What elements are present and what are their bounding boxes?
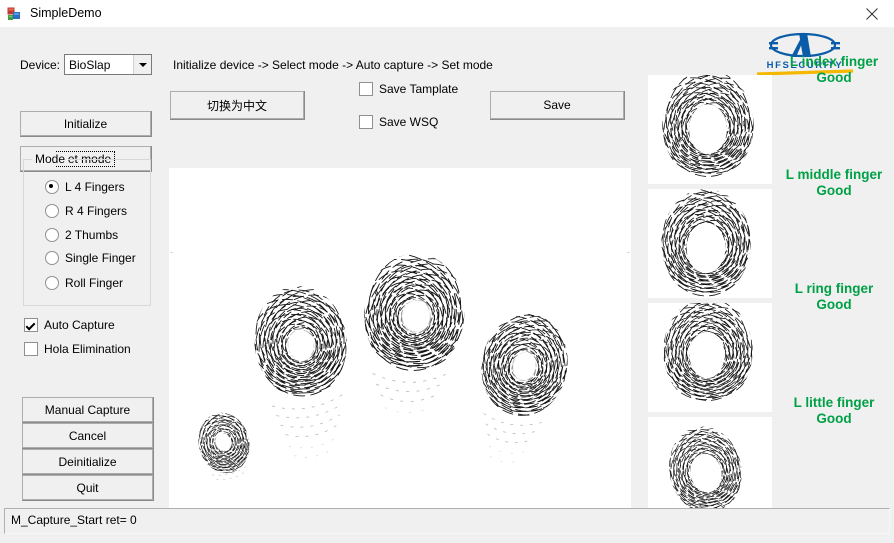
quit-button[interactable]: Quit xyxy=(22,475,153,500)
initialize-button-label: Initialize xyxy=(63,116,108,131)
switch-language-button[interactable]: 切换为中文 xyxy=(170,91,304,119)
app-icon xyxy=(7,6,23,22)
label-l-little-finger: L little finger Good xyxy=(744,395,894,427)
checkbox-label: Save Tamplate xyxy=(379,82,459,96)
capture-preview-panel[interactable] xyxy=(169,168,631,522)
save-button-label: Save xyxy=(543,98,571,112)
mode-group-title: Mode xyxy=(32,152,69,166)
index-finger-print xyxy=(472,306,577,463)
checkbox-indicator xyxy=(359,115,373,129)
checkbox-indicator xyxy=(24,342,38,356)
radio-indicator xyxy=(45,228,59,242)
quality-status: Good xyxy=(816,70,852,85)
checkbox-indicator xyxy=(24,318,38,332)
manual-capture-button[interactable]: Manual Capture xyxy=(22,397,153,422)
label-l-ring-finger: L ring finger Good xyxy=(744,281,894,313)
cancel-button[interactable]: Cancel xyxy=(22,423,153,448)
checkbox-indicator xyxy=(359,82,373,96)
captured-fingerprints xyxy=(170,250,630,515)
checkbox-label: Auto Capture xyxy=(44,318,115,332)
radio-2-thumbs[interactable]: 2 Thumbs xyxy=(45,228,118,242)
checkbox-label: Save WSQ xyxy=(379,115,439,129)
radio-label: R 4 Fingers xyxy=(65,204,128,218)
finger-name: L index finger xyxy=(789,54,879,69)
radio-label: 2 Thumbs xyxy=(65,228,119,242)
radio-single-finger[interactable]: Single Finger xyxy=(45,251,136,265)
checkbox-hola-elimination[interactable]: Hola Elimination xyxy=(24,342,131,356)
status-message: M_Capture_Start ret= 0 xyxy=(11,513,137,527)
quit-button-label: Quit xyxy=(76,480,99,495)
mode-group: Mode L 4 Fingers R 4 Fingers 2 Thumbs Si… xyxy=(23,152,151,306)
radio-label: Single Finger xyxy=(65,251,136,265)
close-icon[interactable] xyxy=(850,0,894,27)
radio-l-4-fingers[interactable]: L 4 Fingers xyxy=(45,180,125,194)
deinitialize-button-label: Deinitialize xyxy=(58,454,117,469)
checkbox-label: Hola Elimination xyxy=(44,342,131,356)
checkbox-auto-capture[interactable]: Auto Capture xyxy=(24,318,115,332)
quality-status: Good xyxy=(816,183,852,198)
radio-r-4-fingers[interactable]: R 4 Fingers xyxy=(45,204,127,218)
device-select[interactable]: BioSlap xyxy=(64,54,152,75)
checkbox-save-wsq[interactable]: Save WSQ xyxy=(359,115,438,129)
finger-name: L middle finger xyxy=(785,167,883,182)
radio-label: L 4 Fingers xyxy=(65,180,125,194)
quality-status: Good xyxy=(816,411,852,426)
deinitialize-button[interactable]: Deinitialize xyxy=(22,449,153,474)
radio-roll-finger[interactable]: Roll Finger xyxy=(45,276,123,290)
status-bar: M_Capture_Start ret= 0 xyxy=(4,508,890,534)
little-finger-print xyxy=(192,407,256,480)
application-window: SimpleDemo HFSECURITY Device: BioSlap In… xyxy=(0,0,894,543)
switch-language-button-label: 切换为中文 xyxy=(206,98,267,113)
initialize-button[interactable]: Initialize xyxy=(20,111,151,136)
radio-indicator xyxy=(45,251,59,265)
radio-indicator xyxy=(45,180,59,194)
device-label: Device: xyxy=(20,58,61,72)
save-button[interactable]: Save xyxy=(490,91,624,119)
finger-name: L little finger xyxy=(793,395,875,410)
chevron-down-icon[interactable] xyxy=(133,55,151,74)
device-select-value: BioSlap xyxy=(69,57,111,72)
cancel-button-label: Cancel xyxy=(68,428,107,443)
title-bar: SimpleDemo xyxy=(0,0,894,27)
manual-capture-button-label: Manual Capture xyxy=(44,402,131,417)
middle-finger-print xyxy=(360,250,469,414)
radio-label: Roll Finger xyxy=(65,276,124,290)
finger-name: L ring finger xyxy=(794,281,874,296)
radio-indicator xyxy=(45,204,59,218)
checkbox-save-tamplate[interactable]: Save Tamplate xyxy=(359,82,458,96)
radio-indicator xyxy=(45,276,59,290)
label-l-middle-finger: L middle finger Good xyxy=(744,167,894,199)
window-title: SimpleDemo xyxy=(30,6,102,20)
workflow-hint: Initialize device -> Select mode -> Auto… xyxy=(173,58,493,72)
quality-status: Good xyxy=(816,297,852,312)
label-l-index-finger: L index finger Good xyxy=(744,54,894,86)
client-area: HFSECURITY Device: BioSlap Initialize Se… xyxy=(0,27,894,543)
